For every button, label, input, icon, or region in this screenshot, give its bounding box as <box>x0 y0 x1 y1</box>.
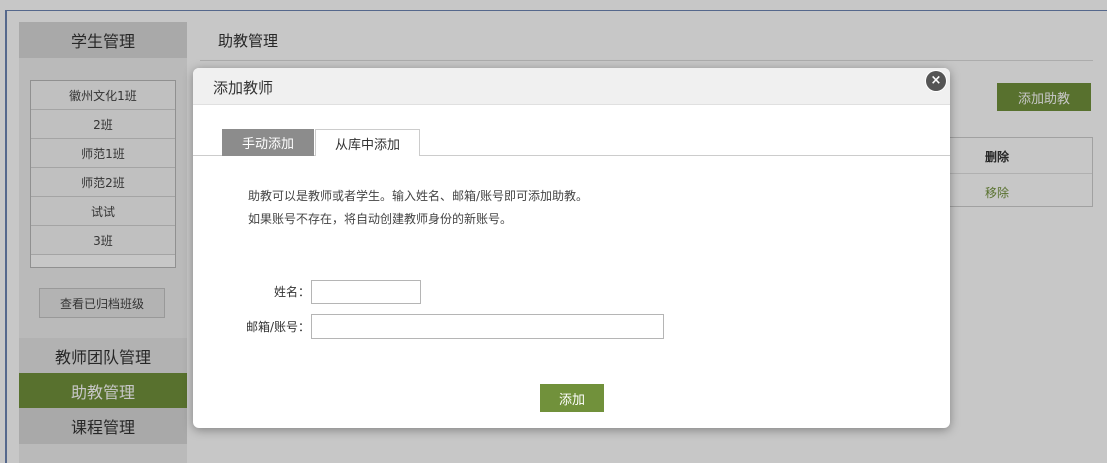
tab-manual-add[interactable]: 手动添加 <box>222 129 314 156</box>
info-text: 助教可以是教师或者学生。输入姓名、邮箱/账号即可添加助教。 <box>248 189 589 203</box>
add-button[interactable]: 添加 <box>540 384 604 412</box>
dialog-header: 添加教师 <box>193 68 950 105</box>
email-account-input[interactable] <box>311 314 664 339</box>
name-label: 姓名： <box>273 285 310 299</box>
add-teacher-dialog: 添加教师 手动添加 从库中添加 助教可以是教师或者学生。输入姓名、邮箱/账号即可… <box>193 68 950 428</box>
dialog-title: 添加教师 <box>213 79 274 97</box>
email-label: 邮箱/账号： <box>245 320 310 334</box>
info-text: 如果账号不存在，将自动创建教师身份的新账号。 <box>248 212 513 226</box>
tab-add-from-library[interactable]: 从库中添加 <box>315 129 420 156</box>
name-input[interactable] <box>311 280 421 304</box>
close-icon[interactable]: × <box>926 71 946 91</box>
page: 学生管理 徽州文化1班 2班 师范1班 师范2班 试试 3班 查看已归档班级 教… <box>0 0 1107 463</box>
